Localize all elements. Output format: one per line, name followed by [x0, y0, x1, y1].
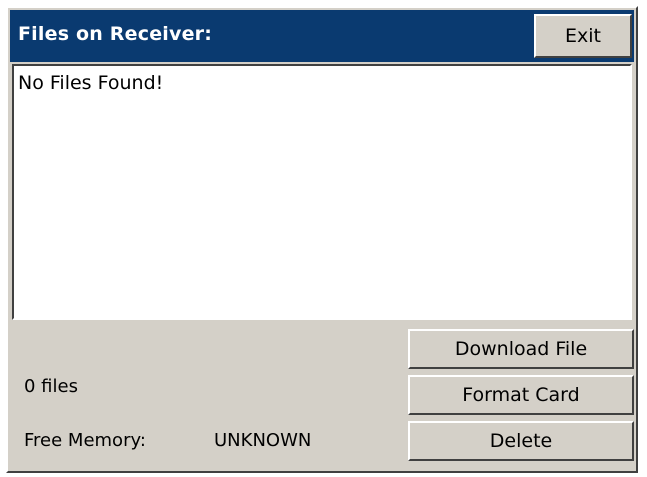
dialog-title: Files on Receiver: — [18, 23, 213, 45]
download-file-button[interactable]: Download File — [408, 329, 634, 369]
empty-list-message: No Files Found! — [18, 72, 164, 94]
exit-button[interactable]: Exit — [534, 14, 632, 58]
titlebar: Files on Receiver: Exit — [10, 10, 634, 62]
delete-button[interactable]: Delete — [408, 421, 634, 461]
free-memory-label: Free Memory: — [24, 430, 146, 451]
file-count: 0 files — [24, 376, 78, 397]
files-dialog: Files on Receiver: Exit No Files Found! … — [6, 6, 638, 473]
file-list[interactable]: No Files Found! — [12, 64, 632, 320]
free-memory-value: UNKNOWN — [214, 430, 312, 451]
format-card-button[interactable]: Format Card — [408, 375, 634, 415]
